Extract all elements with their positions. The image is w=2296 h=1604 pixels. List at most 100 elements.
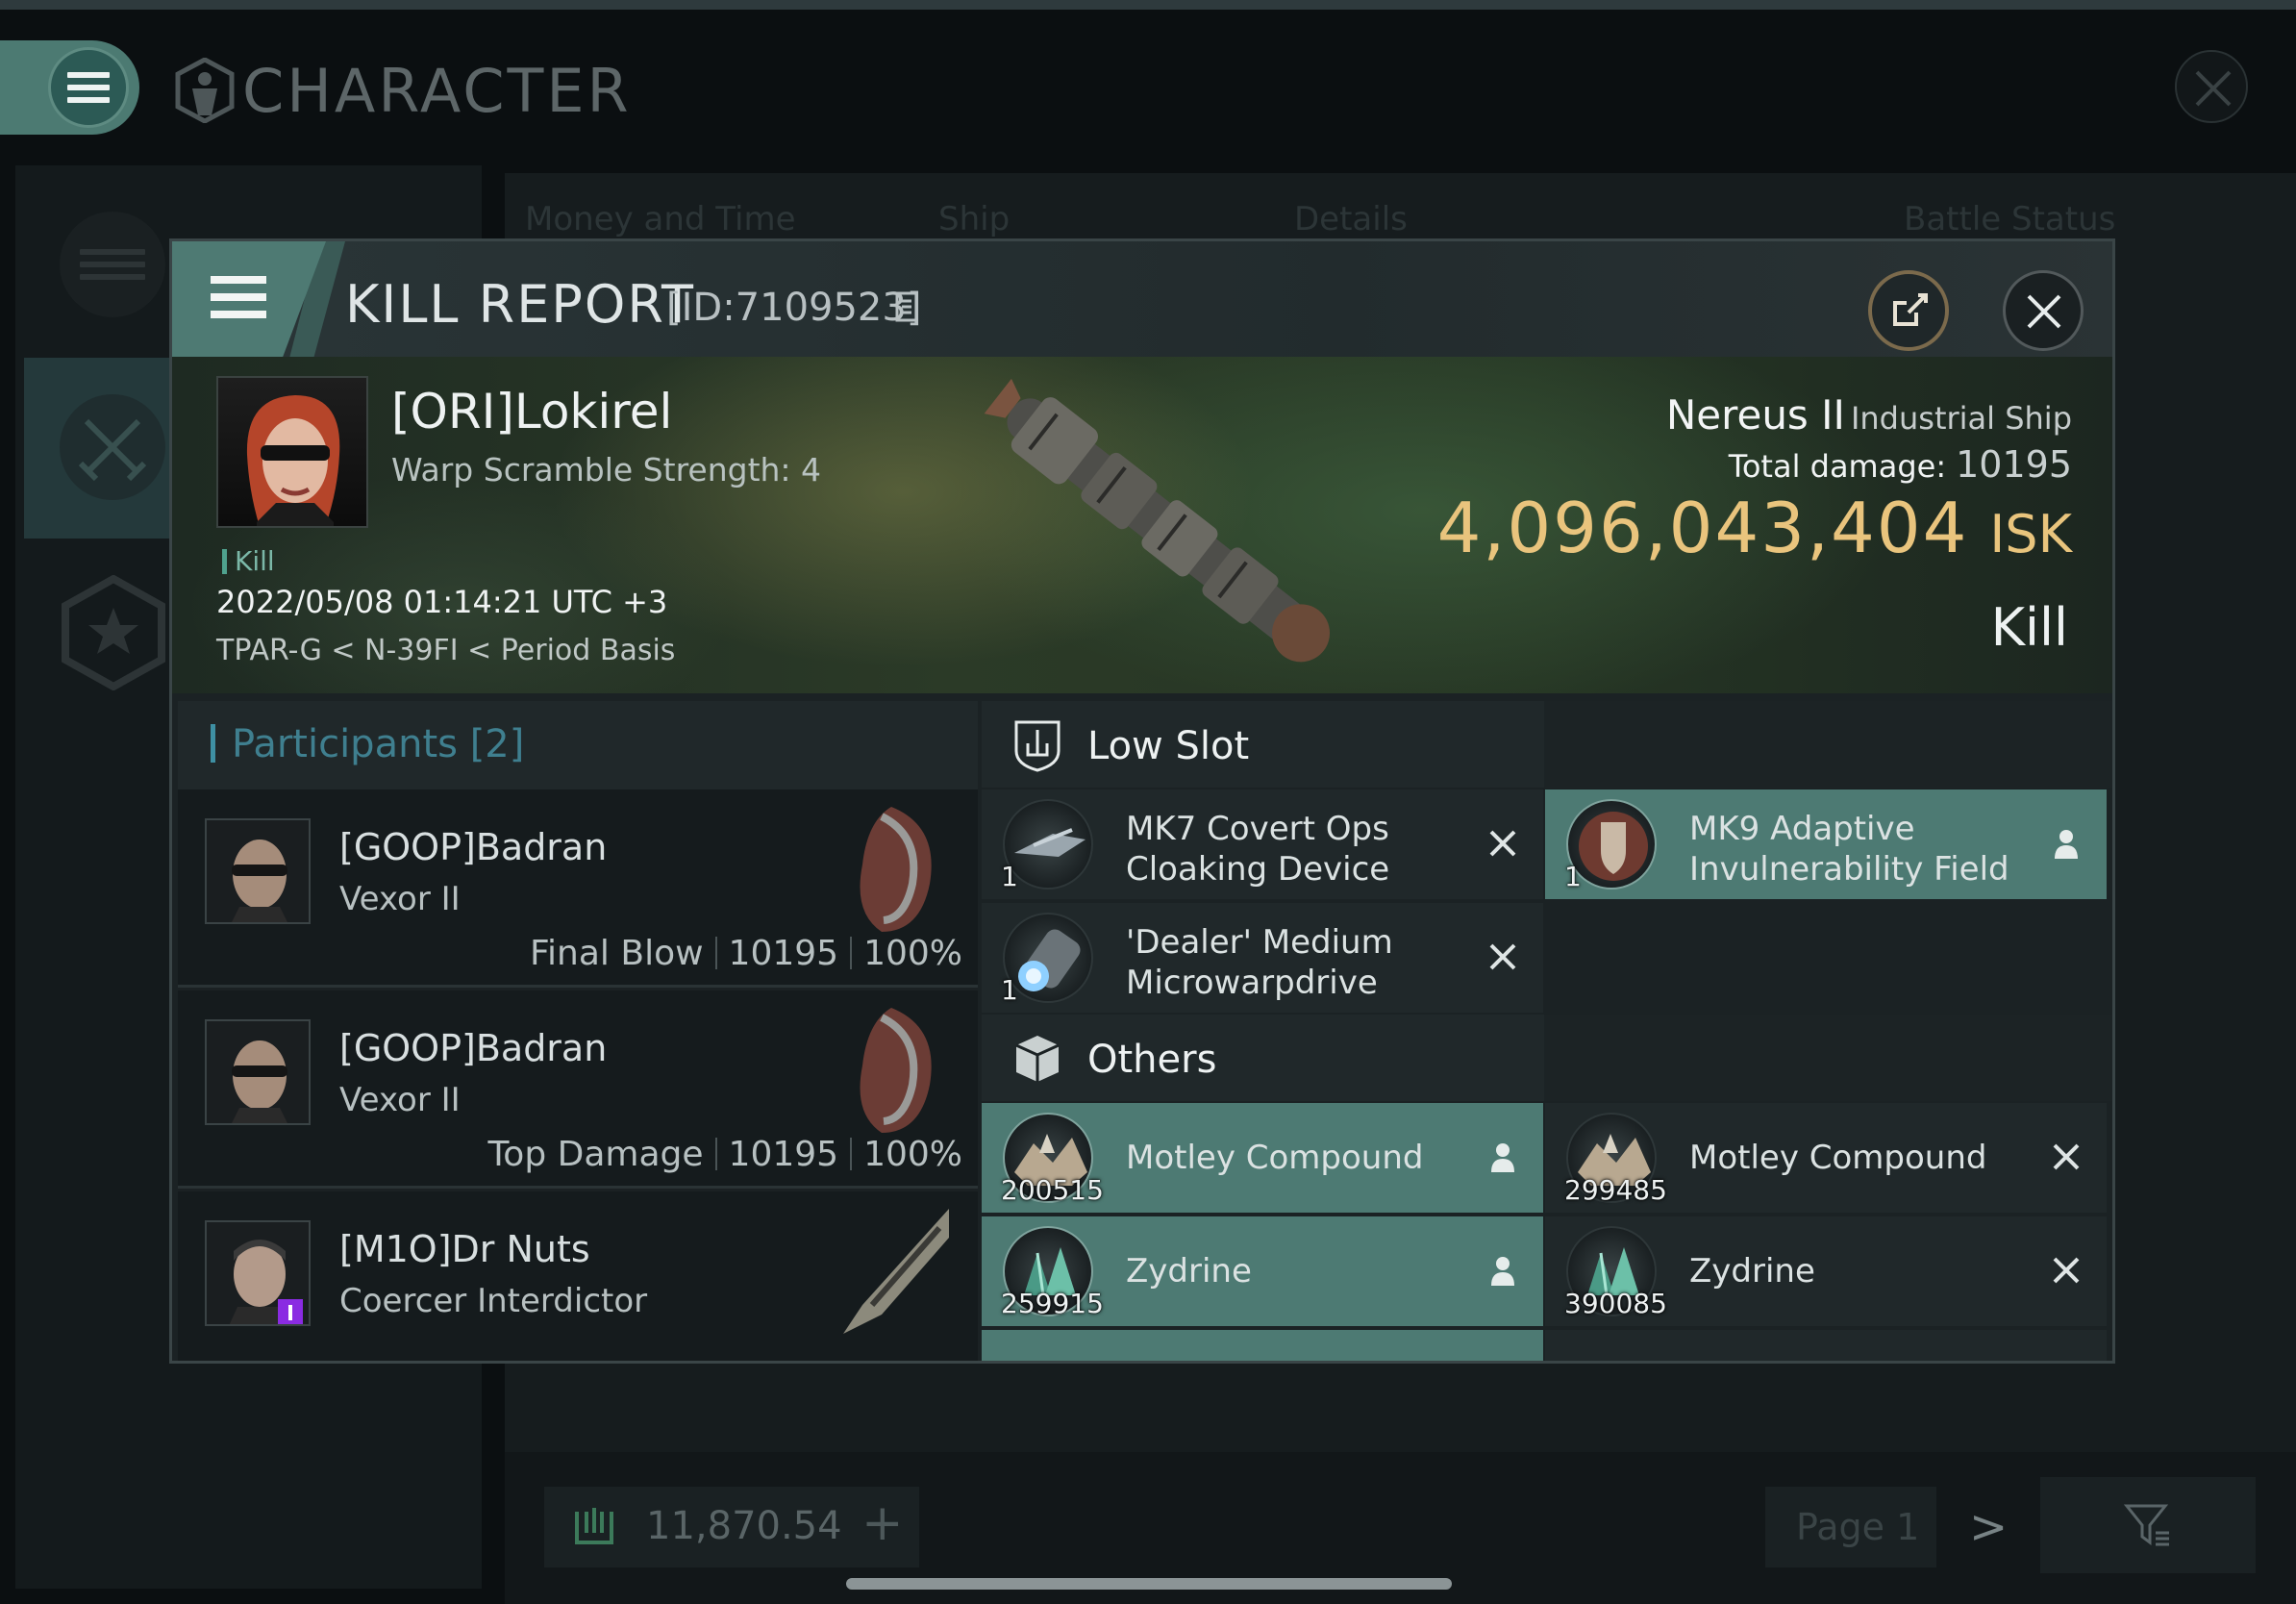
item-quantity: 1 [1001,861,1018,892]
participant-avatar[interactable] [205,1019,311,1125]
participants-title: Participants [2] [232,722,524,766]
share-button[interactable] [1868,270,1949,351]
participant-name[interactable]: [GOOP]Badran [339,1027,607,1069]
participant-stats: Top Damage 10195 100% [487,1135,962,1174]
item-name: Zydrine [1689,1252,1815,1291]
dropped-person-icon [1491,1257,1514,1286]
cargo-box-icon [1015,1036,1060,1082]
column-money-time[interactable]: Money and Time [525,200,796,238]
item-row[interactable]: 299485 Motley Compound [1545,1103,2107,1213]
total-damage-value: 10195 [1956,443,2072,486]
kill-tag: Kill [222,545,275,577]
participants-header-accent [211,724,215,763]
item-row[interactable]: 1 MK7 Covert Ops Cloaking Device [982,789,1543,899]
ship-class: Industrial Ship [1850,400,2072,437]
participant-row[interactable]: [GOOP]Badran Vexor II Top Damage 10195 100… [178,990,978,1189]
item-name: Motley Compound [1689,1139,1987,1177]
main-menu-button[interactable] [48,47,129,128]
filter-icon [2123,1504,2169,1546]
item-quantity: 1 [1564,861,1582,892]
item-row[interactable]: 1 MK9 Adaptive Invulnerability Field [1545,789,2107,899]
item-name-line-2: Microwarpdrive [1126,964,1378,1002]
participant-name[interactable]: [GOOP]Badran [339,826,607,868]
column-ship[interactable]: Ship [938,200,1010,238]
kill-report-title: KILL REPORT [345,274,695,335]
isk-unit: ISK [1989,504,2072,564]
menu-icon [67,72,110,103]
isk-value: 4,096,043,404 [1436,488,1969,568]
vexor-ship-icon [860,807,932,932]
kill-location[interactable]: TPAR-G < N-39FI < Period Basis [216,634,675,667]
kill-report-id: [ID:7109523] [666,286,922,330]
destroyed-x-icon [2053,1143,2080,1170]
item-name-line-1: MK9 Adaptive [1689,810,1915,848]
app-top-bar [0,0,2296,10]
participants-label: Participants [232,722,458,766]
total-damage-label: Total damage: [1728,448,1947,485]
window-close-button[interactable] [2175,50,2248,123]
victim-ship-image [984,378,1331,663]
isk-value-line: 4,096,043,404 ISK [1437,488,2072,568]
vexor-ship-icon [860,1008,932,1133]
victim-portrait-image [246,395,340,526]
close-icon [2027,294,2061,329]
column-battle-status[interactable]: Battle Status [1904,200,2115,238]
participant-row[interactable]: [M1O]Dr Nuts Coercer Interdictor [178,1191,978,1361]
item-row-partial[interactable] [1545,1330,2107,1361]
participant-ship: Coercer Interdictor [339,1282,648,1320]
page-label: Page 1 [1796,1506,1920,1548]
next-page-button[interactable]: > [1969,1500,2008,1554]
wallet-value: 11,870.54 [646,1504,842,1548]
crossed-swords-icon [78,418,147,482]
participants-header: Participants [2] [178,701,978,789]
destroyed-x-icon [2053,1257,2080,1284]
participant-portrait-image [232,840,287,922]
low-slot-header: Low Slot [982,701,2112,788]
external-link-icon [1893,293,1928,326]
item-row-partial[interactable] [982,1330,1543,1361]
participant-avatar[interactable] [205,818,311,924]
item-name: Zydrine [1126,1252,1252,1291]
filter-button[interactable] [2040,1477,2256,1573]
kill-report-close-button[interactable] [2003,270,2084,351]
victim-subtitle: Warp Scramble Strength: 4 [391,451,822,489]
participant-percent: 100% [863,1135,962,1174]
copy-icon[interactable] [895,291,920,324]
horizontal-scrollbar[interactable] [846,1578,1452,1590]
low-slot-icon [1014,720,1061,772]
add-funds-button[interactable]: + [861,1494,904,1552]
kill-result: Kill [1990,597,2068,658]
item-row[interactable]: 259915 Zydrine [982,1216,1543,1326]
dropped-person-icon [1491,1143,1514,1172]
kill-summary-banner: [ORI]Lokirel Warp Scramble Strength: 4 K… [172,357,2112,693]
rail-item-menu[interactable] [60,212,165,317]
item-row[interactable]: 1 'Dealer' Medium Microwarpdrive [982,903,1543,1013]
page-title: CHARACTER [242,56,632,126]
page-indicator: Page 1 [1765,1487,1936,1567]
star-badge-icon[interactable] [60,575,167,690]
destroyed-x-icon [1489,830,1516,857]
item-name-line-1: 'Dealer' Medium [1126,923,1393,962]
list-icon [80,249,145,280]
item-name-line-2: Invulnerability Field [1689,850,2009,889]
participant-avatar[interactable] [205,1220,311,1326]
item-row[interactable]: 390085 Zydrine [1545,1216,2107,1326]
total-damage-line: Total damage: 10195 [1729,443,2072,486]
participant-percent: 100% [863,934,962,973]
participant-damage: 10195 [728,934,839,973]
item-row[interactable]: 200515 Motley Compound [982,1103,1543,1213]
item-quantity: 299485 [1564,1174,1667,1206]
rail-item-combat[interactable] [60,394,165,500]
item-name: MK7 Covert Ops Cloaking Device [1126,809,1472,890]
participant-name[interactable]: [M1O]Dr Nuts [339,1228,590,1270]
participant-role: Final Blow [529,934,704,973]
participant-stats: Final Blow 10195 100% [530,934,962,973]
participant-portrait-image [229,1240,303,1324]
ship-name[interactable]: Nereus II [1666,391,1845,439]
victim-name[interactable]: [ORI]Lokirel [391,384,672,439]
participant-row[interactable]: [GOOP]Badran Vexor II Final Blow 10195 100… [178,789,978,988]
item-quantity: 259915 [1001,1288,1104,1319]
kill-report-header: KILL REPORT [ID:7109523] [172,241,2112,357]
column-details[interactable]: Details [1294,200,1408,238]
victim-avatar[interactable] [216,376,368,528]
